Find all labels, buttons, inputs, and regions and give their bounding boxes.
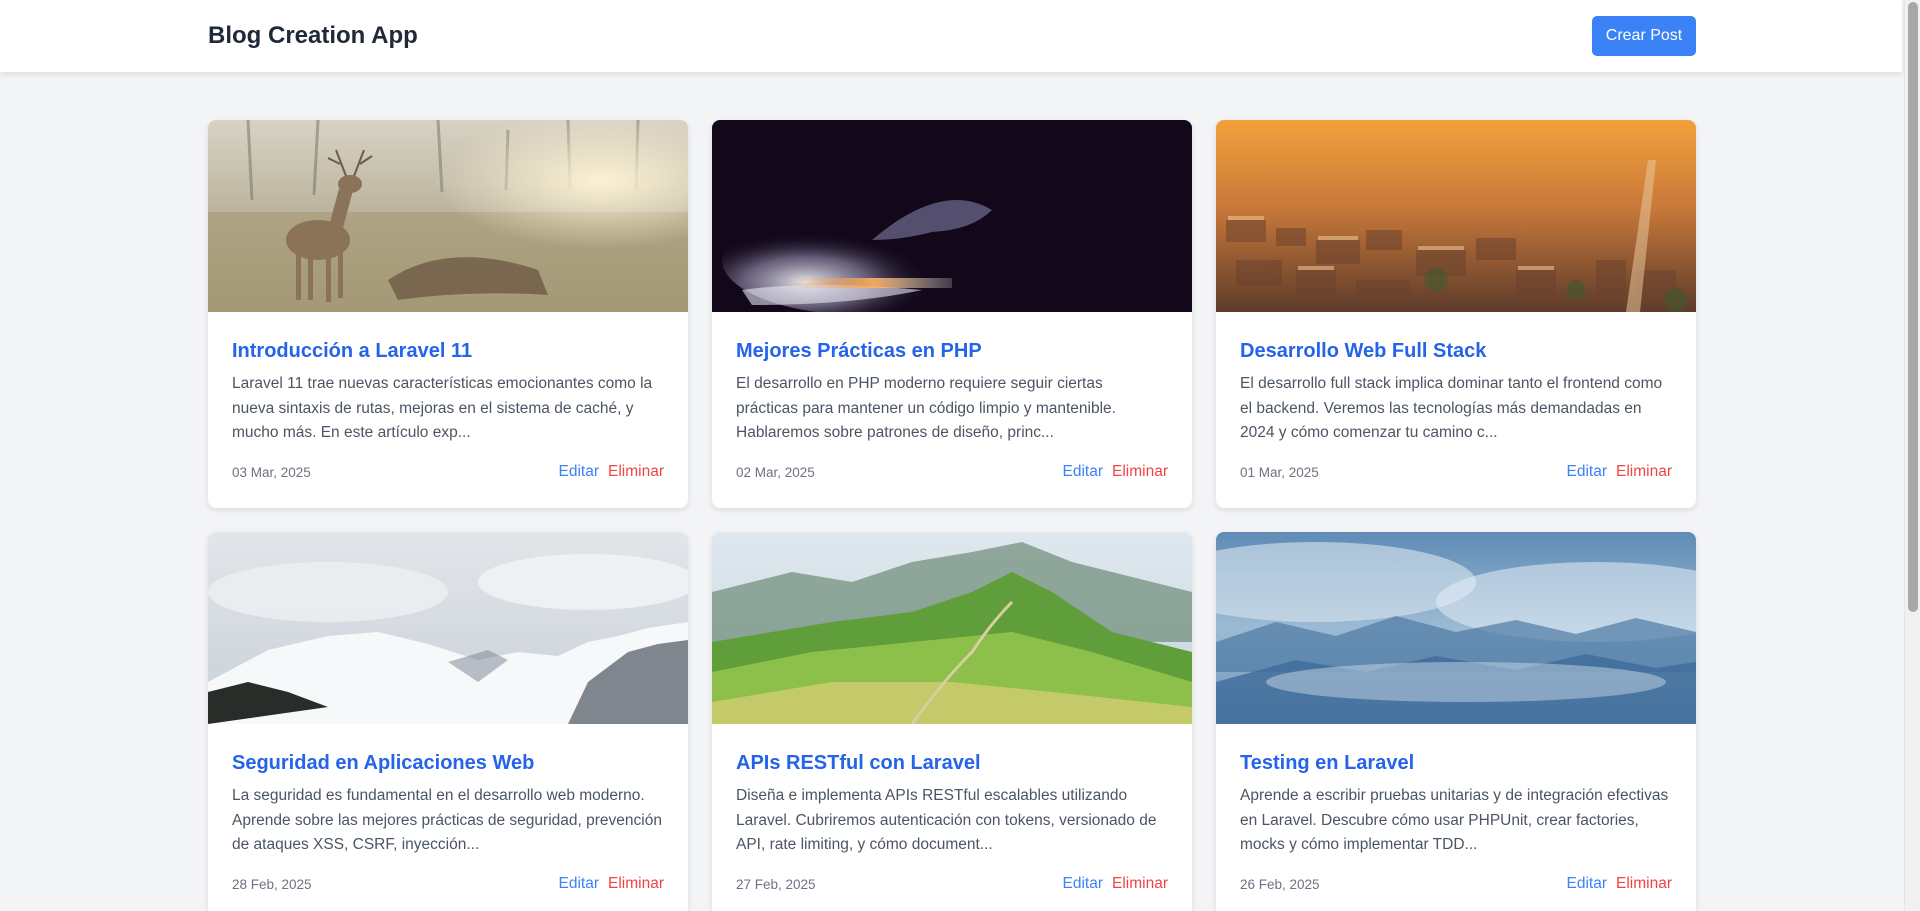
post-body: Seguridad en Aplicaciones Web La segurid… — [208, 724, 688, 893]
post-excerpt: Aprende a escribir pruebas unitarias y d… — [1240, 787, 1669, 853]
post-date: 28 Feb, 2025 — [232, 876, 312, 892]
post-footer: 01 Mar, 2025 Editar Eliminar — [1240, 463, 1672, 481]
delete-link[interactable]: Eliminar — [1112, 875, 1168, 893]
delete-link[interactable]: Eliminar — [608, 875, 664, 893]
post-image[interactable] — [1216, 120, 1696, 312]
post-image[interactable] — [712, 532, 1192, 724]
post-card: Mejores Prácticas en PHP El desarrollo e… — [712, 120, 1192, 508]
post-title[interactable]: APIs RESTful con Laravel — [736, 750, 1168, 776]
post-actions: Editar Eliminar — [1567, 463, 1672, 481]
post-excerpt: El desarrollo en PHP moderno requiere se… — [736, 375, 1116, 441]
post-card: Desarrollo Web Full Stack El desarrollo … — [1216, 120, 1696, 508]
app-title[interactable]: Blog Creation App — [208, 22, 418, 50]
edit-link[interactable]: Editar — [559, 463, 600, 481]
post-card: Introducción a Laravel 11 Laravel 11 tra… — [208, 120, 688, 508]
post-excerpt: Diseña e implementa APIs RESTful escalab… — [736, 787, 1157, 853]
scrollbar-thumb[interactable] — [1908, 2, 1918, 612]
post-footer: 03 Mar, 2025 Editar Eliminar — [232, 463, 664, 481]
post-actions: Editar Eliminar — [1567, 875, 1672, 893]
post-date: 27 Feb, 2025 — [736, 876, 816, 892]
edit-link[interactable]: Editar — [559, 875, 600, 893]
create-post-button[interactable]: Crear Post — [1592, 16, 1696, 56]
edit-link[interactable]: Editar — [1063, 463, 1104, 481]
post-date: 01 Mar, 2025 — [1240, 464, 1319, 480]
post-excerpt: Laravel 11 trae nuevas características e… — [232, 375, 653, 441]
post-card: Testing en Laravel Aprende a escribir pr… — [1216, 532, 1696, 911]
post-excerpt: El desarrollo full stack implica dominar… — [1240, 375, 1663, 441]
post-image[interactable] — [208, 532, 688, 724]
post-body: APIs RESTful con Laravel Diseña e implem… — [712, 724, 1192, 893]
post-actions: Editar Eliminar — [1063, 875, 1168, 893]
delete-link[interactable]: Eliminar — [1616, 875, 1672, 893]
post-title[interactable]: Testing en Laravel — [1240, 750, 1672, 776]
vertical-scrollbar[interactable] — [1904, 0, 1920, 911]
post-footer: 26 Feb, 2025 Editar Eliminar — [1240, 875, 1672, 893]
delete-link[interactable]: Eliminar — [608, 463, 664, 481]
post-actions: Editar Eliminar — [559, 463, 664, 481]
post-actions: Editar Eliminar — [559, 875, 664, 893]
post-body: Desarrollo Web Full Stack El desarrollo … — [1216, 312, 1696, 481]
post-image[interactable] — [712, 120, 1192, 312]
edit-link[interactable]: Editar — [1063, 875, 1104, 893]
edit-link[interactable]: Editar — [1567, 463, 1608, 481]
post-excerpt: La seguridad es fundamental en el desarr… — [232, 787, 662, 853]
delete-link[interactable]: Eliminar — [1112, 463, 1168, 481]
post-body: Introducción a Laravel 11 Laravel 11 tra… — [208, 312, 688, 481]
navbar: Blog Creation App Crear Post — [0, 0, 1902, 72]
post-title[interactable]: Mejores Prácticas en PHP — [736, 338, 1168, 364]
post-date: 03 Mar, 2025 — [232, 464, 311, 480]
post-title[interactable]: Desarrollo Web Full Stack — [1240, 338, 1672, 364]
post-image[interactable] — [208, 120, 688, 312]
post-body: Testing en Laravel Aprende a escribir pr… — [1216, 724, 1696, 893]
post-card: APIs RESTful con Laravel Diseña e implem… — [712, 532, 1192, 911]
post-date: 26 Feb, 2025 — [1240, 876, 1320, 892]
edit-link[interactable]: Editar — [1567, 875, 1608, 893]
post-body: Mejores Prácticas en PHP El desarrollo e… — [712, 312, 1192, 481]
post-footer: 28 Feb, 2025 Editar Eliminar — [232, 875, 664, 893]
post-card: Seguridad en Aplicaciones Web La segurid… — [208, 532, 688, 911]
post-image[interactable] — [1216, 532, 1696, 724]
post-footer: 27 Feb, 2025 Editar Eliminar — [736, 875, 1168, 893]
post-title[interactable]: Seguridad en Aplicaciones Web — [232, 750, 664, 776]
post-title[interactable]: Introducción a Laravel 11 — [232, 338, 664, 364]
posts-grid: Introducción a Laravel 11 Laravel 11 tra… — [208, 120, 1696, 911]
post-actions: Editar Eliminar — [1063, 463, 1168, 481]
delete-link[interactable]: Eliminar — [1616, 463, 1672, 481]
post-date: 02 Mar, 2025 — [736, 464, 815, 480]
post-footer: 02 Mar, 2025 Editar Eliminar — [736, 463, 1168, 481]
